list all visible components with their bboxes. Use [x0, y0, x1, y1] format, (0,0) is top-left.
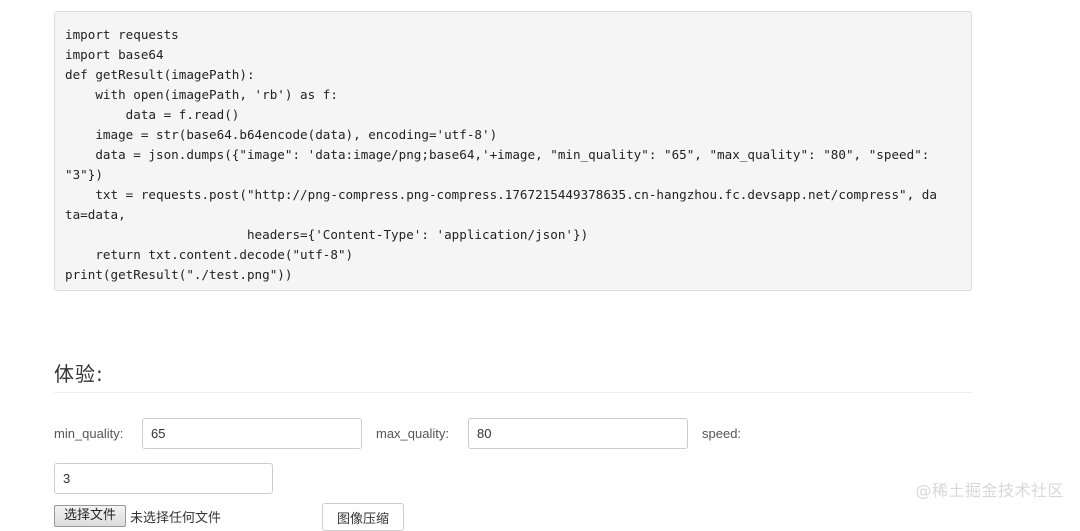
speed-label: speed: — [702, 426, 742, 441]
code-line: import requests — [65, 27, 179, 42]
code-line: txt = requests.post("http://png-compress… — [65, 187, 937, 202]
code-line: data = json.dumps({"image": 'data:image/… — [65, 147, 930, 162]
section-title: 体验: — [54, 362, 104, 386]
code-line: import base64 — [65, 47, 164, 62]
watermark: @稀土掘金技术社区 — [915, 481, 1064, 500]
code-line: print(getResult("./test.png")) — [65, 267, 293, 282]
code-line: image = str(base64.b64encode(data), enco… — [65, 127, 498, 142]
code-line: with open(imagePath, 'rb') as f: — [65, 87, 338, 102]
compress-image-button[interactable]: 图像压缩 — [322, 503, 404, 531]
section-divider — [54, 392, 972, 393]
code-line: ta=data, — [65, 207, 126, 222]
max-quality-input[interactable] — [468, 418, 688, 449]
code-line: headers={'Content-Type': 'application/js… — [65, 227, 589, 242]
max-quality-label: max_quality: — [376, 426, 449, 441]
choose-file-button[interactable]: 选择文件 — [54, 505, 126, 527]
speed-input[interactable] — [54, 463, 273, 494]
min-quality-label: min_quality: — [54, 426, 124, 441]
code-text: import requests import base64 def getRes… — [65, 25, 961, 285]
min-quality-input[interactable] — [142, 418, 362, 449]
code-line: return txt.content.decode("utf-8") — [65, 247, 354, 262]
code-block: import requests import base64 def getRes… — [54, 11, 972, 291]
code-line: def getResult(imagePath): — [65, 67, 255, 82]
code-line: "3"}) — [65, 167, 103, 182]
code-line: data = f.read() — [65, 107, 240, 122]
file-status-text: 未选择任何文件 — [130, 511, 222, 526]
